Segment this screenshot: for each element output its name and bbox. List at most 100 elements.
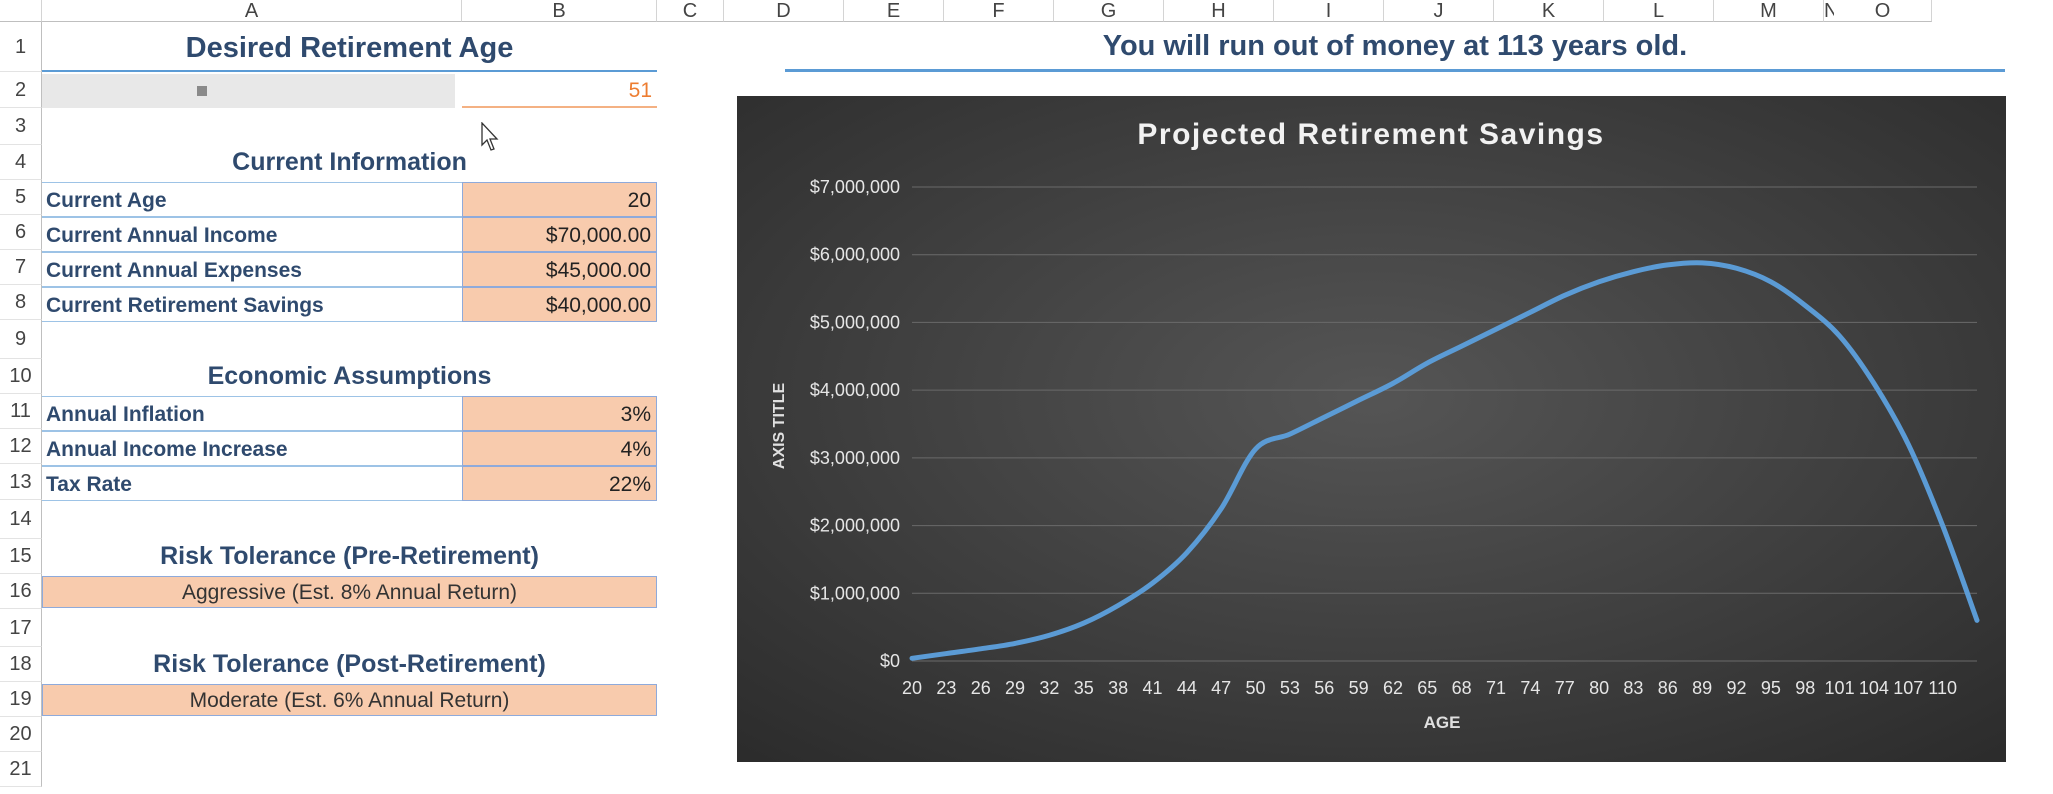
row-header-19[interactable]: 19 (0, 682, 42, 717)
column-header-g[interactable]: G (1054, 0, 1164, 22)
field-value-input[interactable]: $70,000.00 (462, 217, 657, 252)
row-header-16[interactable]: 16 (0, 574, 42, 609)
field-value-input[interactable]: $40,000.00 (462, 287, 657, 322)
row-header-11[interactable]: 11 (0, 394, 42, 429)
row-header-13[interactable]: 13 (0, 464, 42, 500)
row-header-15[interactable]: 15 (0, 539, 42, 574)
field-value-input[interactable]: 4% (462, 431, 657, 466)
column-header-a[interactable]: A (42, 0, 462, 22)
row-header-20[interactable]: 20 (0, 717, 42, 752)
column-header-d[interactable]: D (724, 0, 844, 22)
x-tick-label: 32 (1039, 678, 1059, 698)
y-tick-label: $3,000,000 (810, 448, 900, 468)
row-header-8[interactable]: 8 (0, 285, 42, 320)
x-tick-label: 65 (1417, 678, 1437, 698)
x-tick-label: 47 (1211, 678, 1231, 698)
field-value-input[interactable]: 22% (462, 466, 657, 501)
slider-thumb[interactable] (197, 86, 207, 96)
column-header-e[interactable]: E (844, 0, 944, 22)
x-tick-label: 44 (1177, 678, 1197, 698)
retirement-age-slider[interactable] (42, 74, 455, 108)
column-header-k[interactable]: K (1494, 0, 1604, 22)
econ-assumptions-title: Economic Assumptions (207, 362, 492, 390)
row-header-6[interactable]: 6 (0, 215, 42, 250)
x-tick-label: 74 (1520, 678, 1540, 698)
column-header-o[interactable]: O (1834, 0, 1932, 22)
y-tick-label: $5,000,000 (810, 312, 900, 332)
y-axis-title: AXIS TITLE (771, 383, 788, 470)
x-tick-label: 29 (1005, 678, 1025, 698)
column-header-i[interactable]: I (1274, 0, 1384, 22)
y-tick-label: $6,000,000 (810, 245, 900, 265)
x-tick-label: 89 (1692, 678, 1712, 698)
retirement-chart[interactable]: Projected Retirement Savings AXIS TITLE … (737, 96, 2006, 762)
x-tick-label: 77 (1555, 678, 1575, 698)
row-header-12[interactable]: 12 (0, 429, 42, 464)
row-header-3[interactable]: 3 (0, 108, 42, 145)
risk-pre-dropdown[interactable]: Aggressive (Est. 8% Annual Return) (42, 576, 657, 608)
x-tick-label: 104 (1859, 678, 1889, 698)
retirement-age-value[interactable]: 51 (462, 74, 657, 108)
x-tick-label: 95 (1761, 678, 1781, 698)
row-header-21[interactable]: 21 (0, 752, 42, 787)
chart-background (737, 96, 2006, 762)
risk-pre-title: Risk Tolerance (Pre-Retirement) (160, 542, 539, 570)
select-all-corner[interactable] (0, 0, 42, 22)
column-header-h[interactable]: H (1164, 0, 1274, 22)
field-label: Annual Income Increase (42, 431, 462, 466)
column-header-f[interactable]: F (944, 0, 1054, 22)
row-header-14[interactable]: 14 (0, 500, 42, 539)
field-value-input[interactable]: $45,000.00 (462, 252, 657, 287)
field-label: Annual Inflation (42, 396, 462, 431)
column-header-c[interactable]: C (657, 0, 724, 22)
risk-post-dropdown[interactable]: Moderate (Est. 6% Annual Return) (42, 684, 657, 716)
row-header-10[interactable]: 10 (0, 359, 42, 394)
x-tick-label: 92 (1727, 678, 1747, 698)
row-header-18[interactable]: 18 (0, 647, 42, 682)
field-label: Tax Rate (42, 466, 462, 501)
field-label: Current Annual Income (42, 217, 462, 252)
x-tick-label: 62 (1383, 678, 1403, 698)
y-tick-label: $4,000,000 (810, 380, 900, 400)
x-tick-label: 80 (1589, 678, 1609, 698)
field-value-input[interactable]: 20 (462, 182, 657, 217)
current-info-title: Current Information (232, 148, 467, 176)
row-header-2[interactable]: 2 (0, 72, 42, 108)
row-header-9[interactable]: 9 (0, 320, 42, 359)
row-header-5[interactable]: 5 (0, 180, 42, 215)
x-tick-label: 71 (1486, 678, 1506, 698)
row-header-4[interactable]: 4 (0, 145, 42, 180)
retirement-age-title: Desired Retirement Age (42, 24, 657, 72)
column-header-l[interactable]: L (1604, 0, 1714, 22)
x-tick-label: 41 (1142, 678, 1162, 698)
risk-post-title: Risk Tolerance (Post-Retirement) (153, 650, 546, 678)
y-tick-label: $7,000,000 (810, 177, 900, 197)
x-axis-title: AGE (1424, 713, 1461, 732)
row-header-17[interactable]: 17 (0, 609, 42, 647)
column-header-b[interactable]: B (462, 0, 657, 22)
row-header-1[interactable]: 1 (0, 22, 42, 72)
field-value-input[interactable]: 3% (462, 396, 657, 431)
x-tick-label: 53 (1280, 678, 1300, 698)
x-tick-label: 35 (1074, 678, 1094, 698)
x-tick-label: 59 (1349, 678, 1369, 698)
y-tick-label: $2,000,000 (810, 516, 900, 536)
x-tick-label: 110 (1928, 678, 1957, 698)
chart-svg: Projected Retirement Savings AXIS TITLE … (737, 96, 2006, 762)
x-tick-label: 101 (1825, 678, 1855, 698)
x-tick-label: 23 (936, 678, 956, 698)
y-tick-label: $0 (880, 651, 900, 671)
field-label: Current Age (42, 182, 462, 217)
column-header-m[interactable]: M (1714, 0, 1824, 22)
row-header-7[interactable]: 7 (0, 250, 42, 285)
x-tick-label: 26 (971, 678, 991, 698)
run-out-headline: You will run out of money at 113 years o… (785, 30, 2005, 72)
x-tick-label: 68 (1452, 678, 1472, 698)
y-tick-label: $1,000,000 (810, 583, 900, 603)
x-tick-label: 38 (1108, 678, 1128, 698)
x-tick-label: 50 (1246, 678, 1266, 698)
x-tick-label: 20 (902, 678, 922, 698)
field-label: Current Annual Expenses (42, 252, 462, 287)
column-header-j[interactable]: J (1384, 0, 1494, 22)
chart-title: Projected Retirement Savings (1137, 118, 1604, 151)
